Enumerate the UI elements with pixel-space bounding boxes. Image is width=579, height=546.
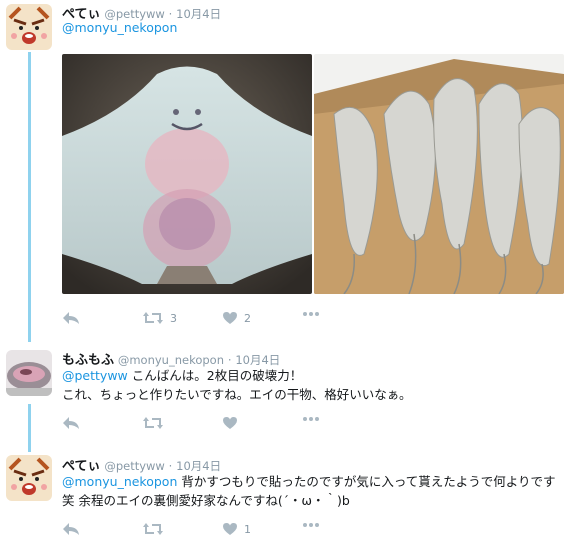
mention-link[interactable]: @monyu_nekopon (62, 20, 177, 35)
tweet-image-1[interactable] (62, 54, 312, 294)
retweet-button[interactable]: 3 (142, 311, 177, 325)
retweet-count: 3 (170, 311, 177, 325)
retweet-icon (143, 417, 163, 429)
heart-icon (223, 312, 237, 324)
separator: · (168, 459, 173, 473)
separator: · (227, 353, 232, 367)
avatar[interactable] (6, 4, 52, 50)
tweet-image-2[interactable] (314, 54, 564, 294)
thread-line (28, 52, 31, 342)
more-icon (303, 417, 319, 421)
tweet-date[interactable]: 10月4日 (176, 7, 221, 21)
tweet-date[interactable]: 10月4日 (235, 353, 280, 367)
tweet-actions: 1 (62, 522, 562, 540)
tweet-text: @monyu_nekopon (62, 18, 177, 37)
thread-line (28, 404, 31, 452)
tweet-text-line2: これ、ちょっと作りたいですね。エイの干物、格好いいなぁ。 (62, 387, 412, 402)
avatar[interactable] (6, 350, 52, 396)
mention-link[interactable]: @pettyww (62, 368, 128, 383)
more-button[interactable] (302, 522, 320, 528)
reply-button[interactable] (62, 311, 80, 325)
user-handle[interactable]: @monyu_nekopon (118, 353, 224, 367)
avatar[interactable] (6, 455, 52, 501)
tweet-date[interactable]: 10月4日 (176, 459, 221, 473)
more-icon (303, 523, 319, 527)
tweet-text: @pettyww こんばんは。2枚目の破壊力！ これ、ちょっと作りたいですね。エ… (62, 366, 567, 404)
retweet-button[interactable] (142, 522, 164, 536)
tweet-actions (62, 416, 562, 434)
like-button[interactable] (222, 416, 238, 430)
retweet-icon (143, 523, 163, 535)
reply-button[interactable] (62, 522, 80, 536)
heart-icon (223, 417, 237, 429)
reply-button[interactable] (62, 416, 80, 430)
like-button[interactable]: 1 (222, 522, 251, 536)
retweet-icon (143, 312, 163, 324)
tweet-text: @monyu_nekopon 背かすつもりで貼ったのですが気に入って貰えたようで… (62, 472, 567, 510)
like-count: 1 (244, 522, 251, 536)
like-count: 2 (244, 311, 251, 325)
more-button[interactable] (302, 416, 320, 422)
retweet-button[interactable] (142, 416, 164, 430)
mention-link[interactable]: @monyu_nekopon (62, 474, 177, 489)
reply-icon (63, 417, 79, 429)
more-icon (303, 312, 319, 316)
tweet-text-line1: こんばんは。2枚目の破壊力！ (127, 368, 303, 383)
user-handle[interactable]: @pettyww (104, 459, 165, 473)
heart-icon (223, 523, 237, 535)
reply-icon (63, 523, 79, 535)
tweet-actions: 3 2 (62, 311, 562, 329)
like-button[interactable]: 2 (222, 311, 251, 325)
more-button[interactable] (302, 311, 320, 317)
reply-icon (63, 312, 79, 324)
